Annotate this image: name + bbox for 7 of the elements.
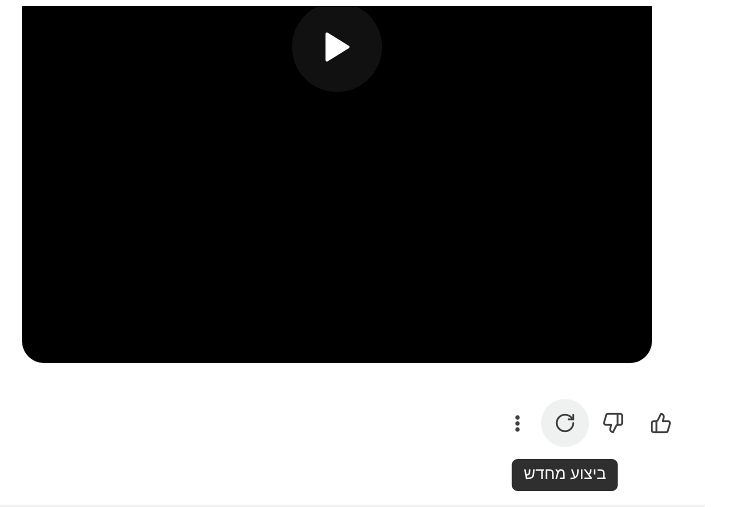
thumbs-up-icon <box>650 412 672 434</box>
regenerate-button[interactable] <box>541 399 589 447</box>
refresh-icon <box>554 412 576 434</box>
more-icon <box>514 414 520 432</box>
play-icon <box>324 32 350 62</box>
tooltip: ביצוע מחדש <box>512 459 618 491</box>
thumbs-down-icon <box>602 412 624 434</box>
